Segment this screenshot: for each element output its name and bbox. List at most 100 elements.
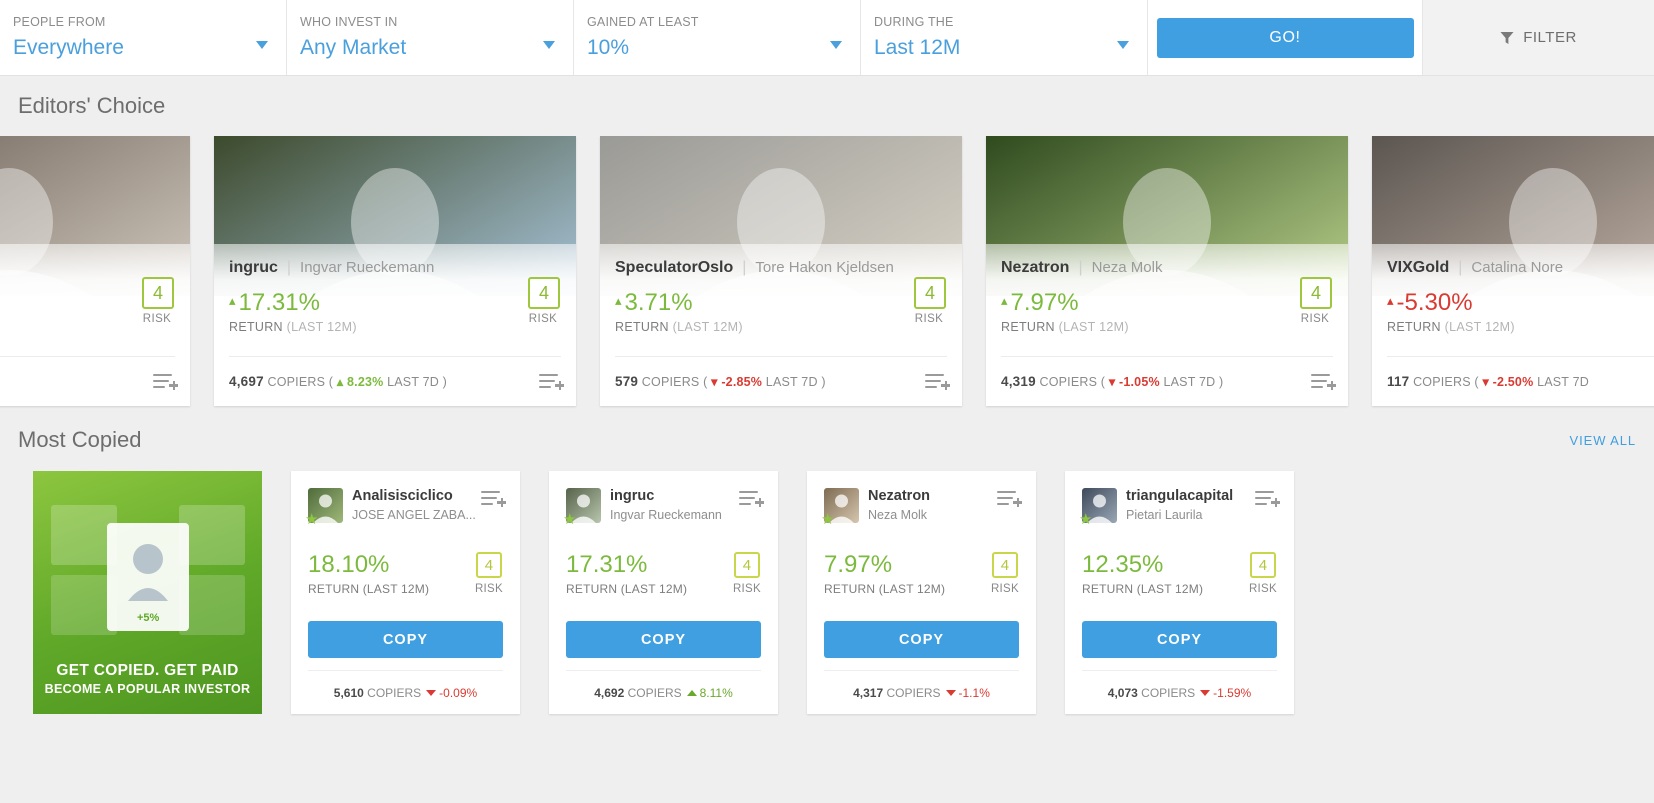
copy-button[interactable]: COPY — [308, 621, 503, 658]
risk-score-badge: 4 — [914, 277, 946, 309]
investor-realname: Pietari Laurila — [1126, 508, 1203, 522]
return-value: 12.35% — [1082, 551, 1164, 578]
investor-name-line: SpeculatorOslo | Tore Hakon Kjeldsen — [615, 257, 947, 279]
editors-choice-card[interactable]: SpeculatorOslo | Tore Hakon Kjeldsen ▴ 3.71%… — [600, 136, 962, 406]
go-button[interactable]: GO! — [1156, 17, 1414, 58]
card-footer: 4,073 COPIERS -1.59% — [1082, 670, 1277, 714]
risk-score-badge: 4 — [991, 552, 1018, 578]
chevron-down-icon[interactable] — [1117, 41, 1129, 49]
most-copied-row: +5% GET COPIED. GET PAID BECOME A POPULA… — [0, 471, 1654, 731]
list-plus-icon[interactable] — [1311, 373, 1336, 390]
card-footer: 5,610 COPIERS -0.09% — [308, 670, 503, 714]
risk-score-badge: 4 — [1249, 552, 1276, 578]
copy-button[interactable]: COPY — [566, 621, 761, 658]
return-label: RETURN (LAST 12M) — [308, 582, 430, 596]
return-label: RETURN (LAST 12M) — [566, 582, 688, 596]
risk-label: RISK — [914, 313, 944, 325]
card-footer: COPIERS ( 7D ) — [0, 356, 178, 406]
investor-username: Nezatron — [1001, 259, 1070, 276]
filter-during-the-value: Last 12M — [874, 36, 961, 59]
risk-label: RISK — [142, 313, 172, 325]
star-icon: ★ — [821, 511, 835, 528]
view-all-link[interactable]: VIEW ALL — [1570, 433, 1636, 448]
filter-who-invest-in[interactable]: WHO INVEST IN Any Market — [287, 0, 574, 75]
risk-score-badge: 4 — [528, 277, 560, 309]
investor-names: ingruc Ingvar Rueckemann — [610, 488, 739, 524]
risk-block: 4 RISK — [991, 552, 1019, 595]
copy-button[interactable]: COPY — [824, 621, 1019, 658]
editors-choice-card[interactable]: Nezatron | Neza Molk ▴ 7.97% RETURN (LAST 12M… — [986, 136, 1348, 406]
editors-choice-title: Editors' Choice — [18, 93, 166, 118]
list-plus-icon[interactable] — [739, 490, 764, 507]
investor-realname: Ingvar Rueckemann — [300, 259, 435, 276]
risk-label: RISK — [528, 313, 558, 325]
investor-username: Nezatron — [868, 488, 931, 504]
copiers-count: 4,319 — [1001, 374, 1036, 389]
card-header: ★ triangulacapital Pietari Laurila — [1079, 488, 1280, 527]
most-copied-card[interactable]: ★ ingruc Ingvar Rueckemann 17.31% RETURN (LA… — [549, 471, 778, 714]
list-plus-icon[interactable] — [539, 373, 564, 390]
copiers-change: -1.59% — [1213, 685, 1252, 700]
return-label: RETURN (LAST 12M) — [1082, 582, 1204, 596]
editors-choice-card[interactable]: VIXGold | Catalina Nore ▴ -5.30% RETURN (LAST… — [1372, 136, 1654, 406]
list-plus-icon[interactable] — [481, 490, 506, 507]
return-value-row: ▴ -5.30% — [1387, 289, 1654, 317]
investor-name-line: VIXGold | Catalina Nore — [1387, 257, 1654, 279]
filter-people-from[interactable]: PEOPLE FROM Everywhere — [0, 0, 287, 75]
most-copied-card[interactable]: ★ Nezatron Neza Molk 7.97% RETURN (LAST 12M)… — [807, 471, 1036, 714]
return-block: 7.97% RETURN (LAST 12M) — [824, 551, 945, 597]
investor-names: Nezatron Neza Molk — [868, 488, 997, 524]
name-separator: | — [1078, 259, 1083, 276]
chevron-down-icon[interactable] — [830, 41, 842, 49]
return-label: RETURN (LAST 12M) — [615, 320, 743, 334]
promo-line2: BECOME A POPULAR INVESTOR — [44, 682, 251, 696]
copiers-change: ▾ -1.05% — [1108, 375, 1160, 389]
return-row: 18.10% RETURN (LAST 12M) 4 RISK — [308, 552, 503, 597]
copiers-count: 4,692 — [594, 685, 625, 700]
filter-people-from-label: PEOPLE FROM — [13, 15, 106, 29]
name-separator: | — [742, 259, 747, 276]
risk-block: 4 RISK — [733, 552, 761, 595]
filter-people-from-value: Everywhere — [13, 36, 124, 59]
return-value: 7.97% — [824, 551, 893, 578]
risk-block: 4 RISK — [1249, 552, 1277, 595]
filter-toggle-button[interactable]: FILTER — [1423, 0, 1654, 75]
return-row: 17.31% RETURN (LAST 12M) 4 RISK — [566, 552, 761, 597]
risk-score-badge: 4 — [475, 552, 502, 578]
return-period: (LAST 12M) — [672, 320, 743, 334]
investor-realname: Neza Molk — [1091, 259, 1163, 276]
editors-choice-card[interactable]: ingruc | Ingvar Rueckemann ▴ 17.31% RETURN (L… — [214, 136, 576, 406]
chevron-down-icon[interactable] — [256, 41, 268, 49]
copiers-summary: 579 COPIERS ( ▾ -2.85% LAST 7D ) — [615, 374, 826, 389]
list-plus-icon[interactable] — [925, 373, 950, 390]
change-direction-icon — [945, 689, 956, 696]
return-block: 18.10% RETURN (LAST 12M) — [308, 552, 430, 597]
avatar-wrap: ★ — [563, 488, 601, 527]
most-copied-card[interactable]: ★ Analisisciclico JOSE ANGEL ZABA... 18.10%… — [291, 471, 520, 714]
most-copied-card[interactable]: ★ triangulacapital Pietari Laurila 12.35% RE… — [1065, 471, 1294, 714]
filter-gained-at-least[interactable]: GAINED AT LEAST 10% — [574, 0, 861, 75]
return-row: 12.35% RETURN (LAST 12M) 4 RISK — [1082, 551, 1277, 597]
card-footer: 4,317 COPIERS -1.1% — [824, 670, 1019, 714]
return-value-row: ▴ 17.31% — [229, 289, 561, 317]
filter-during-the[interactable]: DURING THE Last 12M — [861, 0, 1148, 75]
card-header: ★ Nezatron Neza Molk — [821, 488, 1022, 528]
card-footer: 4,319 COPIERS ( ▾ -1.05% LAST 7D ) — [1001, 356, 1336, 406]
return-direction-icon: ▴ — [229, 293, 236, 308]
investor-names: triangulacapital Pietari Laurila — [1126, 488, 1255, 524]
return-value-row: ▴ 3.71% — [615, 289, 947, 317]
filter-gained-at-least-value: 10% — [587, 36, 630, 59]
copy-button[interactable]: COPY — [1082, 621, 1277, 658]
copiers-count: 117 — [1387, 374, 1410, 389]
list-plus-icon[interactable] — [997, 490, 1022, 507]
avatar-wrap: ★ — [1079, 488, 1117, 527]
change-direction-icon — [1200, 689, 1211, 696]
promo-banner[interactable]: +5% GET COPIED. GET PAID BECOME A POPULA… — [33, 471, 262, 714]
editors-choice-header: Editors' Choice — [0, 76, 1654, 136]
editors-choice-card[interactable]: an SteinbergerRETURN (LAST 12M)4RISK COP… — [0, 136, 190, 406]
chevron-down-icon[interactable] — [543, 41, 555, 49]
list-plus-icon[interactable] — [1255, 490, 1280, 507]
list-plus-icon[interactable] — [153, 373, 178, 390]
return-value-row: ▴ 7.97% — [1001, 289, 1333, 317]
risk-block: 4 RISK — [475, 552, 503, 595]
